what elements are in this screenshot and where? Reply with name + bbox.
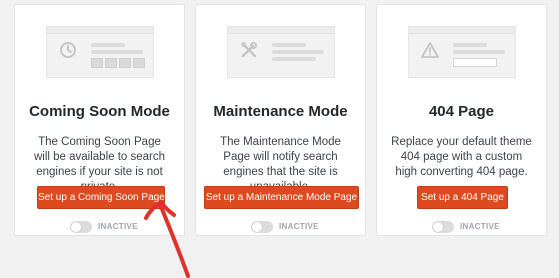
status-row: INACTIVE	[377, 221, 546, 233]
illustration-box	[133, 58, 145, 68]
illustration-line	[272, 43, 306, 47]
coming-soon-toggle[interactable]	[70, 221, 92, 233]
tools-icon	[241, 42, 257, 58]
maintenance-card: Maintenance Mode The Maintenance Mode Pa…	[195, 4, 366, 236]
status-row: INACTIVE	[196, 221, 365, 233]
status-label: INACTIVE	[98, 222, 138, 231]
toggle-knob	[252, 222, 262, 232]
illustration-line	[453, 43, 487, 47]
404-toggle[interactable]	[432, 221, 454, 233]
illustration-line	[91, 43, 125, 47]
toggle-knob	[433, 222, 443, 232]
card-description: Replace your default theme 404 page with…	[391, 136, 532, 178]
card-title: 404 Page	[428, 103, 495, 120]
card-title: Maintenance Mode	[213, 103, 348, 120]
clock-icon	[60, 42, 76, 58]
illustration-search-field	[453, 58, 497, 67]
coming-soon-illustration	[46, 26, 154, 78]
status-label: INACTIVE	[279, 222, 319, 231]
status-label: INACTIVE	[460, 222, 500, 231]
illustration-line	[272, 50, 324, 54]
illustration-box	[91, 58, 103, 68]
card-title: Coming Soon Mode	[29, 103, 170, 120]
maintenance-illustration	[227, 26, 335, 78]
toggle-knob	[71, 222, 81, 232]
illustration-line	[91, 50, 143, 54]
illustration-line	[453, 50, 505, 54]
maintenance-toggle[interactable]	[251, 221, 273, 233]
setup-404-button[interactable]: Set up a 404 Page	[417, 186, 508, 209]
warning-icon	[421, 42, 439, 58]
illustration-box	[105, 58, 117, 68]
404-illustration	[408, 26, 516, 78]
annotation-arrow-icon	[144, 200, 190, 278]
illustration-line	[272, 57, 316, 61]
illustration-window-bar	[228, 27, 334, 34]
setup-maintenance-button[interactable]: Set up a Maintenance Mode Page	[204, 186, 359, 209]
illustration-window-bar	[409, 27, 515, 34]
illustration-window-bar	[47, 27, 153, 34]
404-page-card: 404 Page Replace your default theme 404 …	[376, 4, 547, 236]
illustration-box	[119, 58, 131, 68]
